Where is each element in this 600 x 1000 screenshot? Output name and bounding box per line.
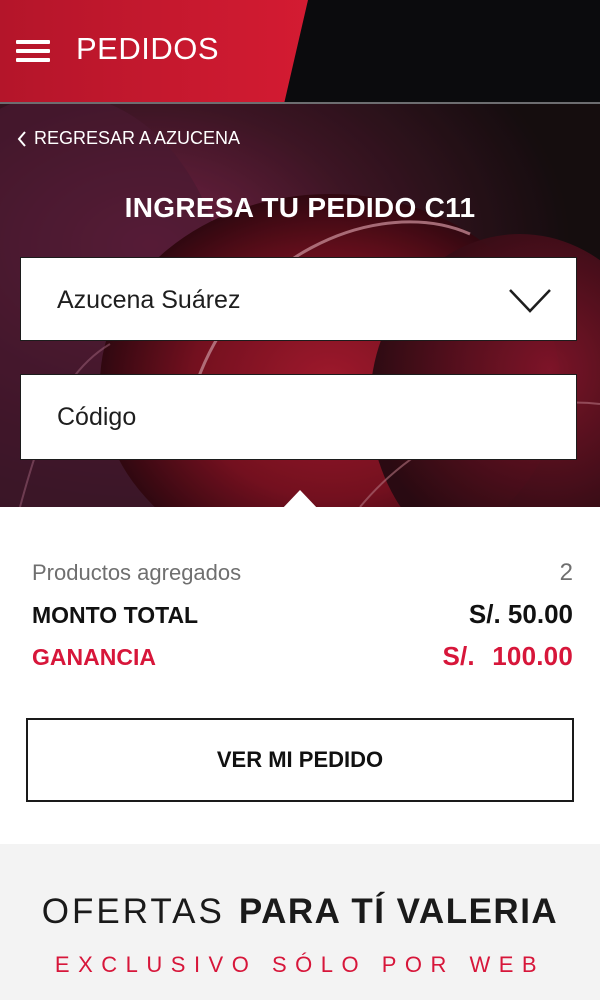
offers-banner: OFERTAS PARA TÍ VALERIA EXCLUSIVO SÓLO PO… (0, 844, 600, 1000)
client-select-value: Azucena Suárez (57, 286, 241, 314)
gain-value: S/. 100.00 (442, 641, 573, 671)
order-entry-title: INGRESA TU PEDIDO C11 (124, 192, 476, 223)
offers-title: OFERTAS PARA TÍ VALERIA (0, 892, 600, 932)
hamburger-menu-icon[interactable] (16, 36, 52, 66)
back-link-label: REGRESAR A AZUCENA (34, 128, 241, 148)
total-amount-row: MONTO TOTAL S/. 50.00 (32, 599, 573, 630)
back-to-client-link[interactable]: REGRESAR A AZUCENA (16, 128, 240, 149)
products-added-label: Productos agregados (32, 560, 242, 585)
offers-subtitle: EXCLUSIVO SÓLO POR WEB (54, 952, 546, 977)
gain-row: GANANCIA S/. 100.00 (32, 641, 573, 672)
view-order-button[interactable]: VER MI PEDIDO (26, 718, 574, 802)
app-header: PEDIDOS (0, 0, 600, 104)
product-code-input[interactable] (20, 374, 577, 460)
chevron-down-icon (509, 289, 551, 313)
page-title: PEDIDOS (76, 31, 220, 66)
total-amount-value: S/. 50.00 (468, 599, 573, 629)
gain-label: GANANCIA (32, 644, 156, 670)
chevron-left-icon (17, 130, 26, 147)
total-amount-label: MONTO TOTAL (32, 602, 199, 628)
offers-title-bold: PARA TÍ VALERIA (238, 892, 559, 931)
offers-title-light: OFERTAS (41, 892, 225, 931)
order-summary: Productos agregados 2 MONTO TOTAL S/. 50… (0, 507, 600, 844)
products-added-row: Productos agregados 2 (32, 559, 573, 587)
client-select[interactable]: Azucena Suárez (20, 257, 577, 341)
order-entry-hero: REGRESAR A AZUCENA INGRESA TU PEDIDO C11… (0, 104, 600, 507)
products-added-count: 2 (559, 559, 573, 586)
